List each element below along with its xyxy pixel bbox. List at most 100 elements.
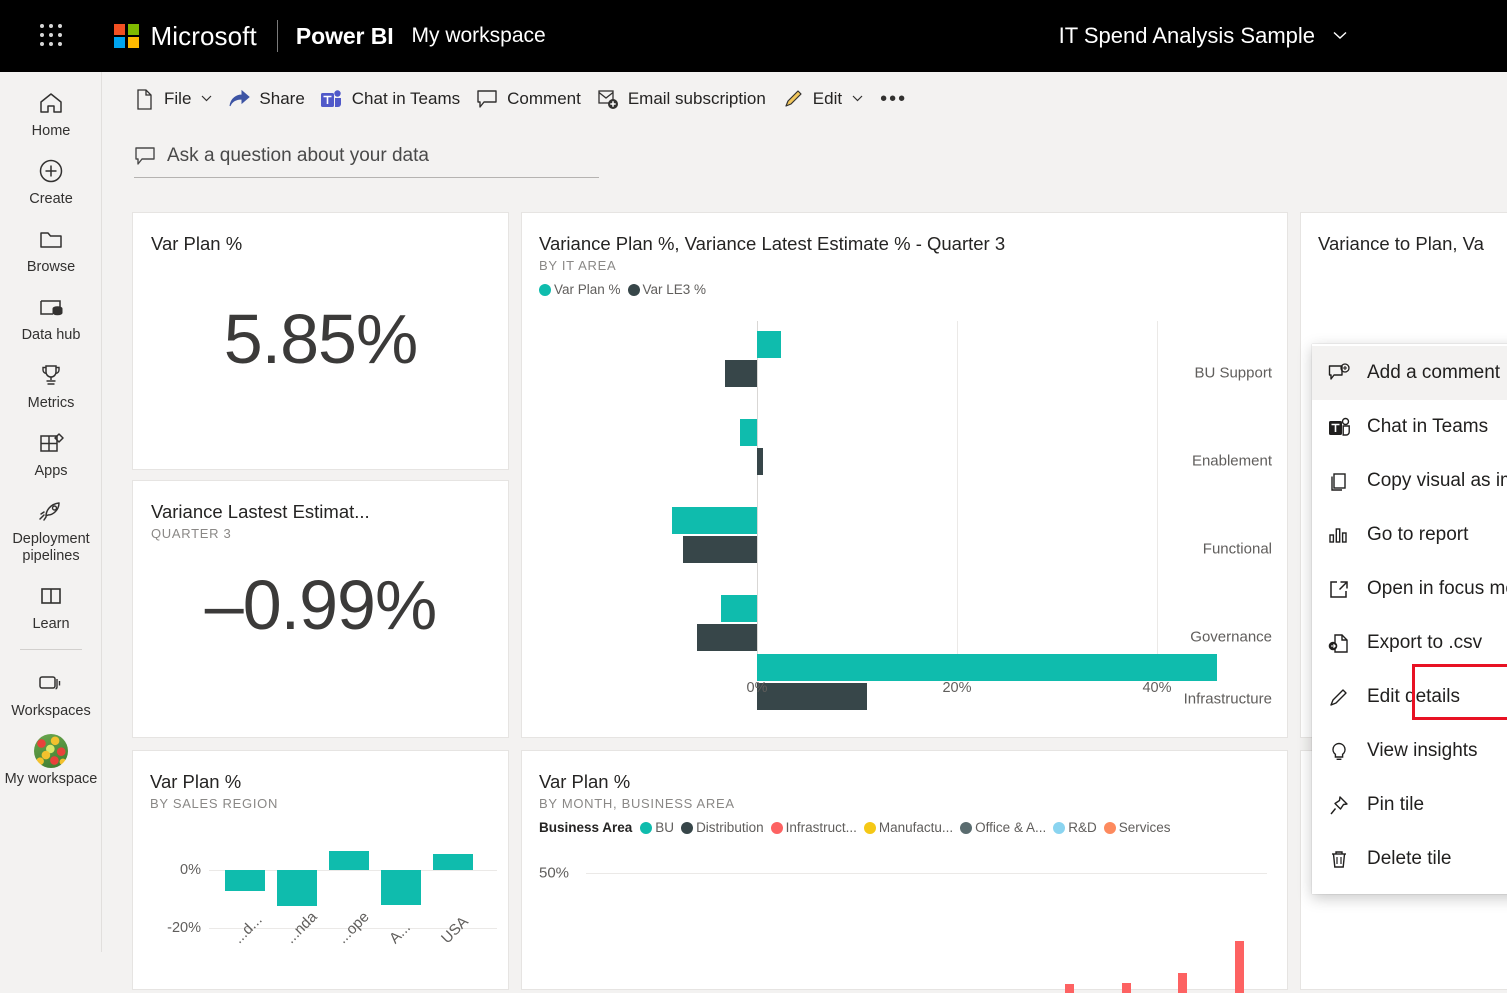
bar-var-le3[interactable] <box>725 360 757 387</box>
legend-swatch <box>1103 821 1116 834</box>
menu-item-go-to-report[interactable]: Go to report <box>1312 508 1507 562</box>
gridline-zero <box>757 321 758 668</box>
legend-swatch <box>539 283 551 296</box>
qna-search-input[interactable]: Ask a question about your data <box>134 134 599 178</box>
bar-var-le3[interactable] <box>757 448 763 475</box>
menu-item-export-to-csv[interactable]: Export to .csv <box>1312 616 1507 670</box>
bar-var-le3[interactable] <box>697 624 757 651</box>
sidebar-item-learn[interactable]: Learn <box>0 565 101 633</box>
app-launcher-icon[interactable] <box>28 24 76 48</box>
breadcrumb-workspace[interactable]: My workspace <box>412 24 546 48</box>
tile-var-plan-by-sales-region[interactable]: Var Plan % BY SALES REGION 0% -20% ...d.… <box>132 750 509 990</box>
legend-item[interactable]: R&D <box>1053 820 1097 835</box>
sidebar-item-metrics[interactable]: Metrics <box>0 344 101 412</box>
legend-item[interactable]: Var LE3 % <box>627 282 706 297</box>
teams-icon <box>1328 417 1362 438</box>
tile-variance-latest-estimate-kpi[interactable]: Variance Lastest Estimat... QUARTER 3 –0… <box>132 480 509 738</box>
bar-region[interactable] <box>433 854 473 870</box>
bar-var-plan[interactable] <box>740 419 757 446</box>
edit-button[interactable]: Edit <box>773 79 870 119</box>
legend-item[interactable]: Manufactu... <box>863 820 953 835</box>
bar-var-plan[interactable] <box>672 507 757 534</box>
menu-item-pin-tile[interactable]: Pin tile <box>1312 778 1507 832</box>
share-button[interactable]: Share <box>219 79 311 119</box>
tile-header: Variance Plan %, Variance Latest Estimat… <box>522 213 1287 297</box>
comment-button[interactable]: Comment <box>467 79 588 119</box>
sidebar-item-home[interactable]: Home <box>0 72 101 140</box>
y-axis-tick: 50% <box>539 864 570 882</box>
legend-item[interactable]: Distribution <box>681 820 764 835</box>
menu-item-delete-tile[interactable]: Delete tile <box>1312 832 1507 886</box>
sidebar-label: Browse <box>26 259 76 275</box>
legend-item[interactable]: Services <box>1103 820 1171 835</box>
menu-item-label: View insights <box>1367 740 1478 761</box>
menu-item-chat-in-teams[interactable]: Chat in Teams <box>1312 400 1507 454</box>
sidebar-label: Home <box>31 123 71 139</box>
file-button[interactable]: File <box>124 79 219 119</box>
bar-month[interactable] <box>1122 983 1131 993</box>
legend-item[interactable]: Var Plan % <box>539 282 621 297</box>
menu-item-edit-details[interactable]: Edit details <box>1312 670 1507 724</box>
bar-month[interactable] <box>1235 941 1244 993</box>
tile-header: Var Plan % <box>133 213 508 255</box>
gridline-20 <box>957 321 958 668</box>
email-subscription-button[interactable]: Email subscription <box>588 79 773 119</box>
menu-item-view-insights[interactable]: View insights <box>1312 724 1507 778</box>
legend-item[interactable]: BU <box>640 820 674 835</box>
legend-swatch <box>770 821 783 834</box>
menu-item-label: Add a comment <box>1367 362 1501 383</box>
toolbar-more-button[interactable]: ••• <box>870 88 917 111</box>
bar-region[interactable] <box>329 851 369 870</box>
kpi-value: 5.85% <box>223 300 418 378</box>
sidebar-item-create[interactable]: Create <box>0 140 101 208</box>
bar-region[interactable] <box>277 870 317 906</box>
legend-swatch <box>863 821 876 834</box>
x-axis-tick: 20% <box>942 680 972 696</box>
microsoft-wordmark: Microsoft <box>150 20 257 51</box>
share-icon <box>226 87 252 111</box>
menu-item-copy-visual-as-image[interactable]: Copy visual as image <box>1312 454 1507 508</box>
bar-var-le3[interactable] <box>683 536 757 563</box>
sidebar-item-workspaces[interactable]: Workspaces <box>0 652 101 720</box>
avatar <box>34 734 68 768</box>
category-label: BU Support <box>1194 364 1272 382</box>
sidebar-item-deployment-pipelines[interactable]: Deployment pipelines <box>0 480 101 565</box>
sidebar-item-my-workspace[interactable]: My workspace <box>0 720 101 788</box>
report-toolbar: File Share Chat in Teams Comment Email s… <box>102 72 1507 126</box>
legend-swatch <box>681 821 694 834</box>
menu-item-add-a-comment[interactable]: Add a comment <box>1312 346 1507 400</box>
sidebar-item-browse[interactable]: Browse <box>0 208 101 276</box>
powerbi-product-name[interactable]: Power BI <box>296 23 394 50</box>
database-icon <box>38 290 65 324</box>
bar-var-le3[interactable] <box>757 683 867 710</box>
report-selector[interactable]: IT Spend Analysis Sample <box>1059 0 1347 72</box>
legend-item[interactable]: Infrastruct... <box>770 820 857 835</box>
menu-item-label: Copy visual as image <box>1367 470 1507 491</box>
add-comment-icon <box>1328 362 1362 384</box>
microsoft-logo[interactable]: Microsoft <box>114 21 257 52</box>
legend-label: BU <box>655 820 675 835</box>
sidebar-item-apps[interactable]: Apps <box>0 412 101 480</box>
tile-title: Var Plan % <box>151 233 243 254</box>
sidebar-item-data-hub[interactable]: Data hub <box>0 276 101 344</box>
pencil-icon <box>1328 687 1362 708</box>
bar-month[interactable] <box>1065 984 1074 993</box>
export-csv-icon <box>1328 633 1362 654</box>
bar-region[interactable] <box>225 870 265 891</box>
bar-month[interactable] <box>1178 973 1187 993</box>
menu-item-open-in-focus-mode[interactable]: Open in focus mode <box>1312 562 1507 616</box>
bar-var-plan[interactable] <box>757 331 781 358</box>
tile-var-plan-kpi[interactable]: Var Plan % 5.85% <box>132 212 509 470</box>
tile-header: Var Plan % BY SALES REGION <box>133 751 508 811</box>
legend-swatch <box>1053 821 1066 834</box>
bar-var-plan[interactable] <box>757 654 1217 681</box>
legend-item[interactable]: Office & A... <box>960 820 1046 835</box>
tile-subtitle: BY SALES REGION <box>150 796 279 811</box>
bar-var-plan[interactable] <box>721 595 757 622</box>
chat-in-teams-button[interactable]: Chat in Teams <box>312 79 467 119</box>
lightbulb-icon <box>1328 741 1362 762</box>
tile-var-plan-by-month-business-area[interactable]: Var Plan % BY MONTH, BUSINESS AREA Busin… <box>521 750 1288 993</box>
bar-region[interactable] <box>381 870 421 905</box>
tile-variance-by-it-area[interactable]: Variance Plan %, Variance Latest Estimat… <box>521 212 1288 738</box>
tile-header: Variance Lastest Estimat... QUARTER 3 <box>133 481 508 541</box>
